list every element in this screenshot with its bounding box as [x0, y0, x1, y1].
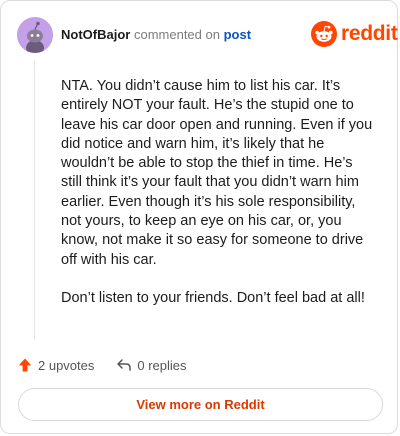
username-link[interactable]: NotOfBajor — [61, 27, 130, 42]
snoo-avatar-icon — [17, 17, 53, 53]
reply-button[interactable]: 0 replies — [116, 357, 187, 373]
comment-paragraph: NTA. You didn’t cause him to list his ca… — [61, 78, 373, 268]
comment-embed-card: NotOfBajor commented on post reddit NTA.… — [0, 0, 398, 434]
view-more-button[interactable]: View more on Reddit — [18, 388, 383, 421]
comment-actions: 2 upvotes 0 replies — [17, 355, 187, 375]
comment-paragraph: Don’t listen to your friends. Don’t feel… — [61, 289, 365, 306]
user-avatar[interactable] — [17, 17, 53, 53]
thread-line — [34, 61, 35, 339]
comment-header: NotOfBajor commented on post — [61, 27, 251, 42]
upvote-button[interactable]: 2 upvotes — [17, 357, 94, 373]
reply-arrow-icon — [117, 359, 132, 371]
reddit-logo[interactable]: reddit — [311, 21, 398, 47]
arrow-up-icon — [18, 358, 32, 372]
reddit-wordmark: reddit — [341, 22, 398, 45]
post-link[interactable]: post — [224, 27, 251, 42]
upvote-count: 2 upvotes — [38, 357, 95, 373]
comment-body: NTA. You didn’t cause him to list his ca… — [61, 77, 373, 327]
reply-count: 0 replies — [137, 357, 187, 373]
commented-on-text: commented on — [133, 27, 220, 42]
reddit-snoo-icon — [311, 21, 337, 47]
